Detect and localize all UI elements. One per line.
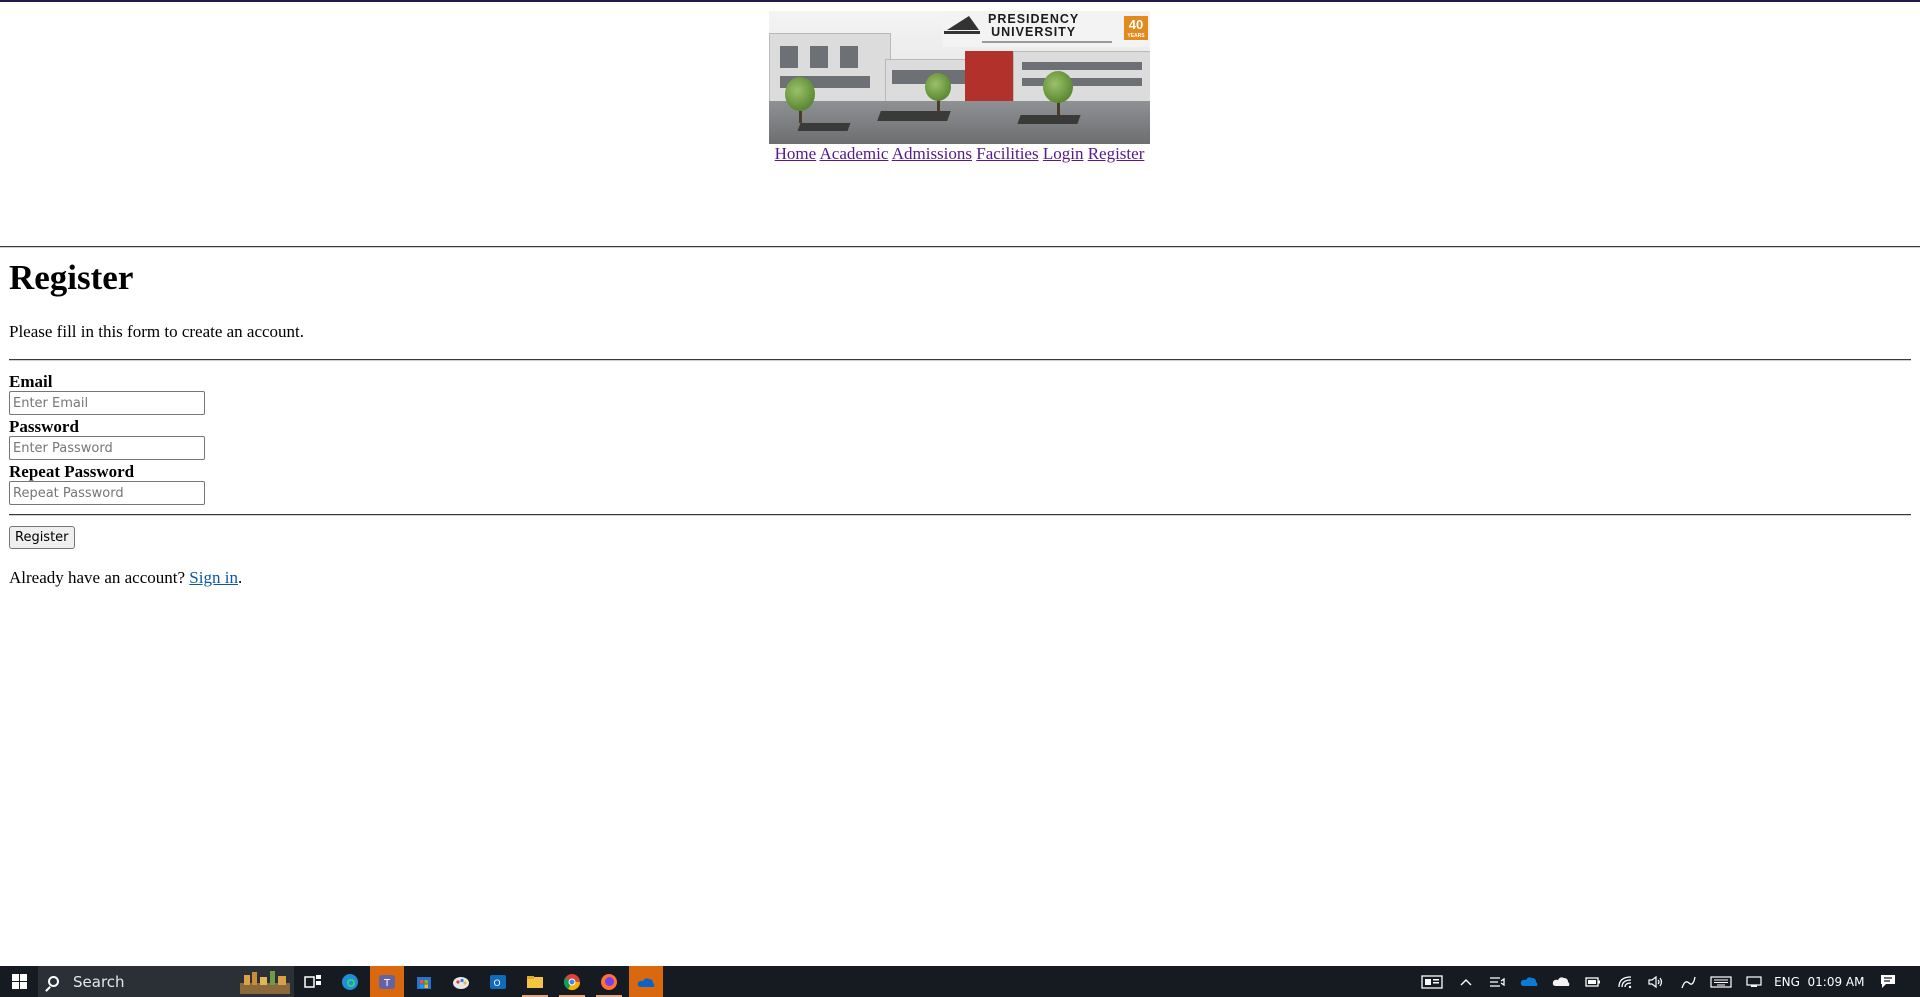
firefox-taskbar-button[interactable] bbox=[592, 966, 626, 997]
taskbar-search-placeholder: Search bbox=[73, 972, 125, 991]
window-top-border bbox=[0, 0, 1920, 2]
page-title: Register bbox=[9, 258, 134, 297]
form-divider-bottom bbox=[9, 514, 1911, 516]
onedrive-taskbar-button[interactable] bbox=[629, 966, 663, 997]
clock-time-text: 01:09 AM bbox=[1807, 974, 1865, 989]
volume-icon[interactable] bbox=[1645, 966, 1667, 997]
form-divider-top bbox=[9, 359, 1911, 361]
search-highlight-icon bbox=[240, 971, 290, 994]
main-nav: Home Academic Admissions Facilities Logi… bbox=[769, 144, 1150, 164]
onedrive-white-icon[interactable] bbox=[1550, 966, 1572, 997]
taskbar: Search T O ENG 01:09 AM bbox=[0, 966, 1920, 997]
email-field[interactable] bbox=[9, 391, 205, 415]
file-explorer-taskbar-button[interactable] bbox=[518, 966, 552, 997]
battery-icon[interactable] bbox=[1582, 966, 1604, 997]
header-divider bbox=[0, 246, 1920, 248]
chrome-taskbar-button[interactable] bbox=[555, 966, 589, 997]
nav-facilities-link[interactable]: Facilities bbox=[976, 144, 1038, 163]
nav-home-link[interactable]: Home bbox=[775, 144, 817, 163]
windows-start-icon[interactable] bbox=[6, 966, 32, 997]
store-taskbar-button[interactable] bbox=[407, 966, 441, 997]
signin-prompt: Already have an account? Sign in. bbox=[9, 568, 242, 588]
chrome-icon bbox=[563, 973, 581, 990]
nav-register-link[interactable]: Register bbox=[1088, 144, 1145, 163]
search-icon bbox=[48, 976, 59, 987]
register-form: Register Please fill in this form to cre… bbox=[9, 258, 1911, 587]
nav-academic-link[interactable]: Academic bbox=[820, 144, 889, 163]
store-icon bbox=[417, 976, 431, 989]
wifi-icon[interactable] bbox=[1614, 966, 1636, 997]
nav-admissions-link[interactable]: Admissions bbox=[892, 144, 972, 163]
meet-now-icon[interactable] bbox=[1486, 966, 1508, 997]
pen-workspace-icon[interactable] bbox=[1677, 966, 1699, 997]
onedrive-blue-icon[interactable] bbox=[1518, 966, 1540, 997]
email-label: Email bbox=[9, 372, 53, 391]
svg-text:T: T bbox=[383, 978, 391, 989]
language-indicator[interactable]: ENG bbox=[1770, 966, 1804, 997]
svg-text:O: O bbox=[493, 979, 500, 989]
file-explorer-icon bbox=[527, 975, 543, 988]
repeat-password-label: Repeat Password bbox=[9, 462, 135, 481]
notification-center-icon[interactable] bbox=[1874, 966, 1902, 997]
form-intro-text: Please fill in this form to create an ac… bbox=[9, 322, 305, 341]
password-field[interactable] bbox=[9, 436, 205, 460]
university-banner-image: PRESIDENCY UNIVERSITY 40 YEARS bbox=[769, 11, 1150, 144]
edge-taskbar-button[interactable] bbox=[333, 966, 367, 997]
taskbar-search-box[interactable]: Search bbox=[38, 966, 294, 997]
clock[interactable]: 01:09 AM bbox=[1806, 966, 1866, 997]
news-widget-icon[interactable] bbox=[1418, 966, 1446, 997]
nav-login-link[interactable]: Login bbox=[1043, 144, 1084, 163]
touch-keyboard-icon[interactable] bbox=[1707, 966, 1735, 997]
firefox-icon bbox=[601, 973, 617, 990]
show-hidden-icons-chevron-icon[interactable] bbox=[1455, 966, 1477, 997]
university-logo: PRESIDENCY UNIVERSITY 40 YEARS bbox=[942, 11, 1150, 47]
paint-taskbar-button[interactable] bbox=[444, 966, 478, 997]
task-view-icon bbox=[304, 974, 321, 988]
signin-suffix-text: . bbox=[237, 568, 243, 587]
repeat-password-field[interactable] bbox=[9, 481, 205, 505]
teams-taskbar-button[interactable]: T bbox=[370, 966, 404, 997]
input-indicator-icon[interactable] bbox=[1743, 966, 1765, 997]
paint-icon bbox=[453, 976, 469, 989]
language-text: ENG bbox=[1774, 974, 1800, 989]
sign-in-link[interactable]: Sign in bbox=[189, 568, 238, 587]
teams-icon: T bbox=[379, 974, 395, 989]
onedrive-app-icon bbox=[637, 977, 655, 987]
register-button[interactable]: Register bbox=[9, 526, 75, 549]
outlook-icon: O bbox=[490, 974, 506, 989]
edge-icon bbox=[342, 973, 358, 990]
task-view-button[interactable] bbox=[296, 966, 330, 997]
outlook-taskbar-button[interactable]: O bbox=[481, 966, 515, 997]
password-label: Password bbox=[9, 417, 79, 436]
signin-prefix-text: Already have an account? bbox=[9, 568, 186, 587]
